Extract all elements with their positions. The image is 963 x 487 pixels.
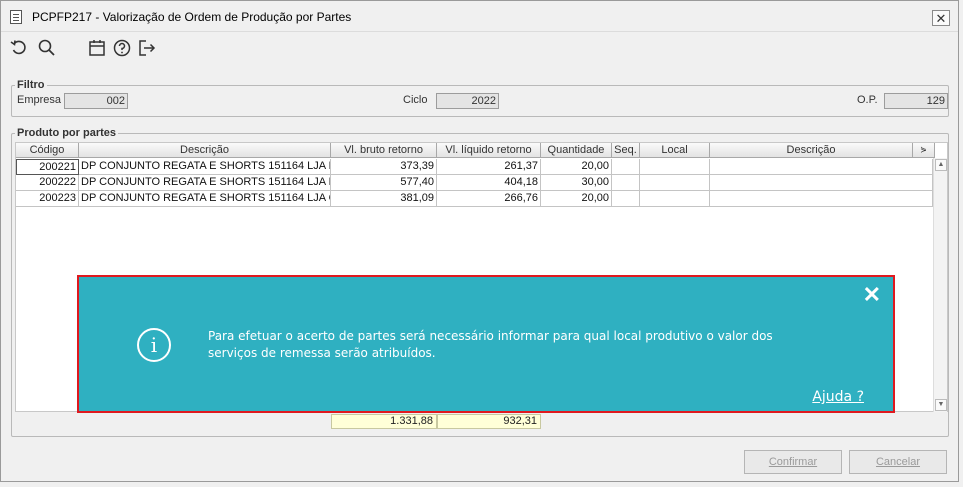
op-field[interactable]: 129 — [884, 93, 948, 109]
ciclo-field[interactable]: 2022 — [436, 93, 499, 109]
search-icon[interactable] — [37, 38, 57, 58]
cell-descricao-local[interactable] — [710, 191, 933, 207]
op-label: O.P. — [857, 94, 878, 106]
info-notification: ✕ i Para efetuar o acerto de partes será… — [77, 275, 895, 413]
grid-vertical-scrollbar[interactable]: ▲ ▼ — [933, 158, 947, 412]
col-header-vl-bruto[interactable]: Vl. bruto retorno — [331, 143, 437, 158]
confirmar-button[interactable]: Confirmar — [744, 450, 842, 474]
cell-descricao-local[interactable] — [710, 175, 933, 191]
cell-seq[interactable] — [612, 191, 640, 207]
table-row[interactable]: 200222 DP CONJUNTO REGATA E SHORTS 15116… — [16, 175, 933, 191]
cell-vl-liquido[interactable]: 404,18 — [437, 175, 541, 191]
cancelar-label: Cancelar — [875, 456, 921, 468]
cell-local[interactable] — [640, 191, 710, 207]
total-vl-liquido: 932,31 — [437, 414, 541, 429]
cell-vl-liquido[interactable]: 266,76 — [437, 191, 541, 207]
window-title: PCPFP217 - Valorização de Ordem de Produ… — [32, 10, 352, 24]
col-header-seq[interactable]: Seq. — [612, 143, 640, 158]
cell-codigo[interactable]: 200222 — [16, 175, 79, 191]
close-icon[interactable]: ✕ — [863, 284, 881, 306]
cell-local[interactable] — [640, 175, 710, 191]
cell-vl-bruto[interactable]: 577,40 — [331, 175, 437, 191]
table-row[interactable]: 200223 DP CONJUNTO REGATA E SHORTS 15116… — [16, 191, 933, 207]
cell-codigo[interactable]: 200221 — [16, 159, 79, 175]
grid-rows: 200221 DP CONJUNTO REGATA E SHORTS 15116… — [16, 159, 933, 207]
empresa-field[interactable]: 002 — [64, 93, 128, 109]
cell-vl-bruto[interactable]: 373,39 — [331, 159, 437, 175]
col-header-quantidade[interactable]: Quantidade — [541, 143, 612, 158]
refresh-icon[interactable] — [9, 38, 29, 58]
scroll-down-arrow-icon[interactable]: ▼ — [935, 399, 947, 411]
info-icon: i — [137, 328, 171, 362]
notification-message: Para efetuar o acerto de partes será nec… — [208, 329, 773, 360]
col-header-local[interactable]: Local — [640, 143, 710, 158]
cell-quantidade[interactable]: 30,00 — [541, 175, 612, 191]
cell-quantidade[interactable]: 20,00 — [541, 191, 612, 207]
ciclo-label: Ciclo — [403, 94, 428, 106]
cancelar-button[interactable]: Cancelar — [849, 450, 947, 474]
cell-quantidade[interactable]: 20,00 — [541, 159, 612, 175]
cell-descricao[interactable]: DP CONJUNTO REGATA E SHORTS 151164 LJA M — [79, 175, 331, 191]
grid-header: Código Descrição Vl. bruto retorno Vl. l… — [16, 143, 949, 158]
col-header-vl-liquido[interactable]: Vl. líquido retorno — [437, 143, 541, 158]
help-icon[interactable] — [112, 38, 132, 58]
confirmar-label: Confirmar — [768, 456, 818, 468]
scroll-up-arrow-icon[interactable]: ▲ — [935, 159, 947, 171]
cell-descricao[interactable]: DP CONJUNTO REGATA E SHORTS 151164 LJA P — [79, 159, 331, 175]
table-row[interactable]: 200221 DP CONJUNTO REGATA E SHORTS 15116… — [16, 159, 933, 175]
cell-codigo[interactable]: 200223 — [16, 191, 79, 207]
cell-descricao-local[interactable] — [710, 159, 933, 175]
help-link[interactable]: Ajuda ? — [812, 389, 864, 405]
toolbar — [9, 38, 209, 58]
close-window-button[interactable]: ✕ — [932, 10, 950, 26]
column-chooser-icon[interactable]: ⋟ — [913, 143, 935, 158]
cell-vl-liquido[interactable]: 261,37 — [437, 159, 541, 175]
col-header-descricao[interactable]: Descrição — [79, 143, 331, 158]
cell-descricao[interactable]: DP CONJUNTO REGATA E SHORTS 151164 LJA G — [79, 191, 331, 207]
exit-icon[interactable] — [137, 38, 157, 58]
cell-local[interactable] — [640, 159, 710, 175]
filtro-group: Filtro Empresa 002 Ciclo 2022 O.P. 129 — [11, 79, 949, 117]
totals-row: 1.331,88 932,31 — [1, 414, 963, 429]
cell-seq[interactable] — [612, 159, 640, 175]
filtro-legend: Filtro — [15, 79, 47, 91]
total-vl-bruto: 1.331,88 — [331, 414, 437, 429]
produto-legend: Produto por partes — [15, 127, 119, 139]
calendar-icon[interactable] — [87, 38, 107, 58]
title-bar: PCPFP217 - Valorização de Ordem de Produ… — [1, 1, 958, 32]
app-icon — [10, 10, 22, 24]
col-header-descricao-local[interactable]: Descrição — [710, 143, 913, 158]
cell-seq[interactable] — [612, 175, 640, 191]
cell-vl-bruto[interactable]: 381,09 — [331, 191, 437, 207]
col-header-codigo[interactable]: Código — [16, 143, 79, 158]
empresa-label: Empresa — [17, 94, 62, 106]
